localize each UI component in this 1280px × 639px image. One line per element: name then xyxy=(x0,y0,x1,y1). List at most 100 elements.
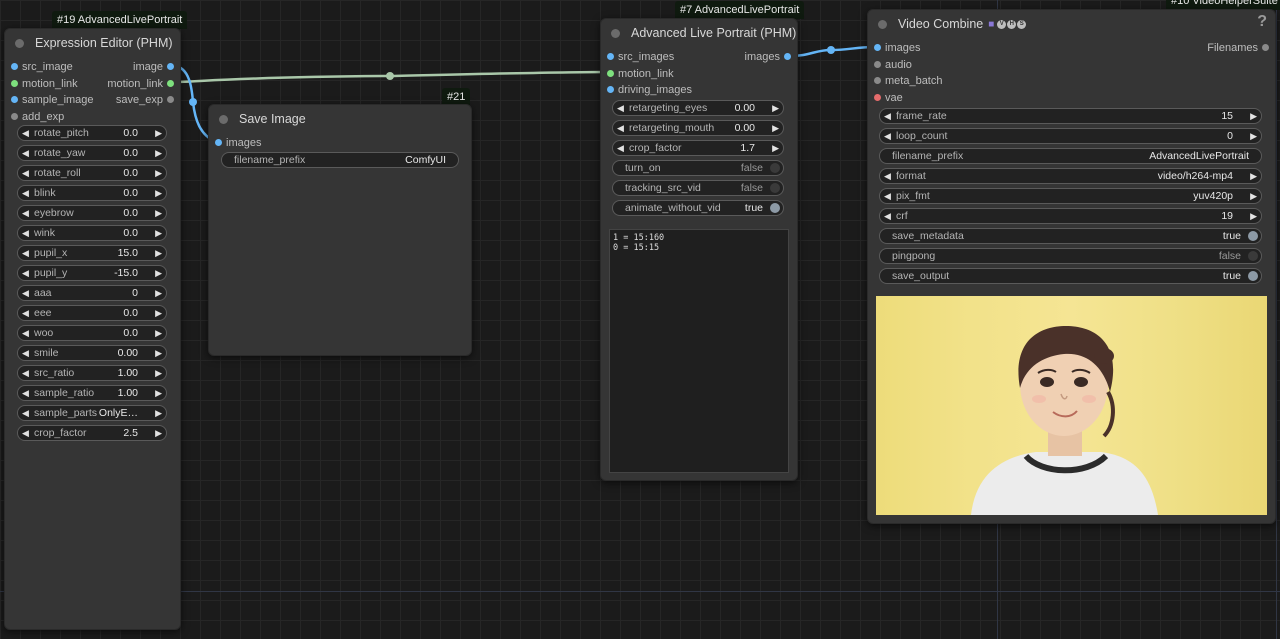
input-slot-src-image[interactable]: src_image xyxy=(7,59,73,75)
widget-value[interactable]: 19 xyxy=(1221,209,1233,223)
slot-dot-icon[interactable] xyxy=(784,53,791,60)
decrement-arrow-icon[interactable]: ◀ xyxy=(22,346,29,360)
widget-loop-count[interactable]: ◀ loop_count 0 ▶ xyxy=(879,128,1262,144)
toggle-pingpong[interactable]: pingpong false xyxy=(879,248,1262,264)
node-header[interactable]: Expression Editor (PHM) xyxy=(5,29,180,57)
decrement-arrow-icon[interactable]: ◀ xyxy=(22,166,29,180)
widget-value[interactable]: 0.0 xyxy=(123,326,138,340)
decrement-arrow-icon[interactable]: ◀ xyxy=(884,189,891,203)
decrement-arrow-icon[interactable]: ◀ xyxy=(884,129,891,143)
node-header[interactable]: Video Combine ■ V H S ? xyxy=(868,10,1275,38)
toggle-save-metadata[interactable]: save_metadata true xyxy=(879,228,1262,244)
increment-arrow-icon[interactable]: ▶ xyxy=(1250,129,1257,143)
decrement-arrow-icon[interactable]: ◀ xyxy=(22,386,29,400)
toggle-knob-icon[interactable] xyxy=(1248,251,1258,261)
widget-frame-rate[interactable]: ◀ frame_rate 15 ▶ xyxy=(879,108,1262,124)
widget-eee[interactable]: ◀ eee 0.0 ▶ xyxy=(17,305,167,321)
input-slot-meta-batch[interactable]: meta_batch xyxy=(870,73,942,89)
increment-arrow-icon[interactable]: ▶ xyxy=(155,346,162,360)
help-icon[interactable]: ? xyxy=(1257,13,1267,31)
decrement-arrow-icon[interactable]: ◀ xyxy=(617,141,624,155)
widget-pupil-y[interactable]: ◀ pupil_y -15.0 ▶ xyxy=(17,265,167,281)
input-slot-src-images[interactable]: src_images xyxy=(603,49,674,65)
decrement-arrow-icon[interactable]: ◀ xyxy=(884,209,891,223)
widget-format[interactable]: ◀ format video/h264-mp4 ▶ xyxy=(879,168,1262,184)
node-header[interactable]: Save Image xyxy=(209,105,471,133)
widget-smile[interactable]: ◀ smile 0.00 ▶ xyxy=(17,345,167,361)
slot-dot-icon[interactable] xyxy=(874,61,881,68)
increment-arrow-icon[interactable]: ▶ xyxy=(1250,189,1257,203)
widget-value[interactable]: 0 xyxy=(1227,129,1233,143)
slot-dot-icon[interactable] xyxy=(215,139,222,146)
advanced-live-portrait-node[interactable]: Advanced Live Portrait (PHM) src_images … xyxy=(600,18,798,481)
decrement-arrow-icon[interactable]: ◀ xyxy=(22,266,29,280)
output-slot-image[interactable]: image xyxy=(133,59,178,75)
widget-value[interactable]: 0 xyxy=(132,286,138,300)
toggle-animate-without-vid[interactable]: animate_without_vid true xyxy=(612,200,784,216)
decrement-arrow-icon[interactable]: ◀ xyxy=(22,126,29,140)
widget-value[interactable]: 0.0 xyxy=(123,306,138,320)
decrement-arrow-icon[interactable]: ◀ xyxy=(617,121,624,135)
toggle-knob-icon[interactable] xyxy=(1248,231,1258,241)
increment-arrow-icon[interactable]: ▶ xyxy=(155,246,162,260)
input-slot-sample-image[interactable]: sample_image xyxy=(7,92,94,108)
increment-arrow-icon[interactable]: ▶ xyxy=(155,306,162,320)
widget-filename-prefix[interactable]: filename_prefix AdvancedLivePortrait xyxy=(879,148,1262,164)
widget-value[interactable]: 15 xyxy=(1221,109,1233,123)
increment-arrow-icon[interactable]: ▶ xyxy=(155,406,162,420)
widget-value[interactable]: 0.0 xyxy=(123,206,138,220)
widget-value[interactable]: 1.00 xyxy=(118,386,138,400)
widget-crop-factor[interactable]: ◀ crop_factor 1.7 ▶ xyxy=(612,140,784,156)
input-slot-audio[interactable]: audio xyxy=(870,57,912,73)
increment-arrow-icon[interactable]: ▶ xyxy=(155,146,162,160)
slot-dot-icon[interactable] xyxy=(167,96,174,103)
decrement-arrow-icon[interactable]: ◀ xyxy=(884,109,891,123)
toggle-knob-icon[interactable] xyxy=(1248,271,1258,281)
increment-arrow-icon[interactable]: ▶ xyxy=(155,126,162,140)
collapse-toggle-icon[interactable] xyxy=(878,19,887,29)
widget-value[interactable]: 1.7 xyxy=(740,141,755,155)
widget-value[interactable]: 0.00 xyxy=(735,101,755,115)
decrement-arrow-icon[interactable]: ◀ xyxy=(617,101,624,115)
widget-value[interactable]: 0.00 xyxy=(118,346,138,360)
widget-pix-fmt[interactable]: ◀ pix_fmt yuv420p ▶ xyxy=(879,188,1262,204)
increment-arrow-icon[interactable]: ▶ xyxy=(1250,209,1257,223)
decrement-arrow-icon[interactable]: ◀ xyxy=(22,186,29,200)
widget-value[interactable]: 0.0 xyxy=(123,146,138,160)
widget-value[interactable]: 15.0 xyxy=(118,246,138,260)
increment-arrow-icon[interactable]: ▶ xyxy=(772,121,779,135)
widget-rotate-yaw[interactable]: ◀ rotate_yaw 0.0 ▶ xyxy=(17,145,167,161)
toggle-knob-icon[interactable] xyxy=(770,163,780,173)
slot-dot-icon[interactable] xyxy=(607,86,614,93)
increment-arrow-icon[interactable]: ▶ xyxy=(155,226,162,240)
input-slot-images[interactable]: images xyxy=(211,135,261,151)
decrement-arrow-icon[interactable]: ◀ xyxy=(22,206,29,220)
expression-editor-node[interactable]: Expression Editor (PHM) src_image motion… xyxy=(4,28,181,630)
decrement-arrow-icon[interactable]: ◀ xyxy=(884,169,891,183)
widget-eyebrow[interactable]: ◀ eyebrow 0.0 ▶ xyxy=(17,205,167,221)
toggle-save-output[interactable]: save_output true xyxy=(879,268,1262,284)
decrement-arrow-icon[interactable]: ◀ xyxy=(22,226,29,240)
slot-dot-icon[interactable] xyxy=(607,70,614,77)
decrement-arrow-icon[interactable]: ◀ xyxy=(22,326,29,340)
widget-sample-ratio[interactable]: ◀ sample_ratio 1.00 ▶ xyxy=(17,385,167,401)
toggle-tracking-src-vid[interactable]: tracking_src_vid false xyxy=(612,180,784,196)
input-slot-vae[interactable]: vae xyxy=(870,90,903,106)
toggle-turn-on[interactable]: turn_on false xyxy=(612,160,784,176)
slot-dot-icon[interactable] xyxy=(607,53,614,60)
increment-arrow-icon[interactable]: ▶ xyxy=(155,166,162,180)
increment-arrow-icon[interactable]: ▶ xyxy=(1250,109,1257,123)
widget-value[interactable]: OnlyE… xyxy=(99,406,138,420)
widget-blink[interactable]: ◀ blink 0.0 ▶ xyxy=(17,185,167,201)
widget-value[interactable]: 0.0 xyxy=(123,186,138,200)
widget-value[interactable]: -15.0 xyxy=(114,266,138,280)
collapse-toggle-icon[interactable] xyxy=(611,28,620,38)
output-slot-images[interactable]: images xyxy=(745,49,795,65)
widget-retargeting-eyes[interactable]: ◀ retargeting_eyes 0.00 ▶ xyxy=(612,100,784,116)
slot-dot-icon[interactable] xyxy=(874,44,881,51)
increment-arrow-icon[interactable]: ▶ xyxy=(772,101,779,115)
input-slot-motion-link[interactable]: motion_link xyxy=(603,66,674,82)
widget-filename-prefix[interactable]: filename_prefix ComfyUI xyxy=(221,152,459,168)
video-preview[interactable] xyxy=(876,296,1267,515)
widget-retargeting-mouth[interactable]: ◀ retargeting_mouth 0.00 ▶ xyxy=(612,120,784,136)
